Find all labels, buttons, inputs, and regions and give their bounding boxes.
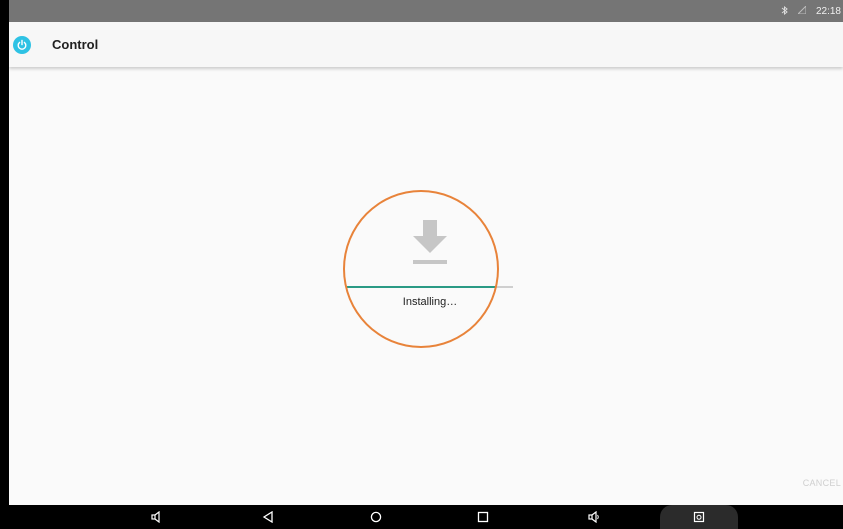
progress-fill	[347, 286, 495, 288]
recents-icon[interactable]	[473, 505, 493, 529]
progress-bar	[347, 286, 513, 288]
cancel-button[interactable]: CANCEL	[803, 478, 841, 488]
device-frame	[0, 0, 9, 529]
app-bar: Control	[9, 22, 843, 67]
screenshot-button[interactable]	[660, 505, 738, 529]
status-bar: 22:18	[9, 0, 843, 22]
screenshot-icon	[689, 505, 709, 529]
install-panel: Installing…	[347, 212, 513, 322]
signal-icon	[796, 4, 807, 16]
navigation-bar	[0, 505, 843, 529]
home-icon[interactable]	[366, 505, 386, 529]
status-clock: 22:18	[815, 5, 841, 17]
back-icon[interactable]	[258, 505, 278, 529]
volume-down-icon[interactable]	[147, 505, 167, 529]
screen: 22:18 Control Installing… CANCEL	[9, 0, 843, 529]
download-icon	[409, 220, 451, 266]
page-title: Control	[52, 37, 99, 52]
volume-up-icon[interactable]	[584, 505, 604, 529]
power-icon	[13, 35, 31, 54]
bluetooth-icon	[781, 5, 788, 17]
install-status-text: Installing…	[402, 296, 458, 308]
